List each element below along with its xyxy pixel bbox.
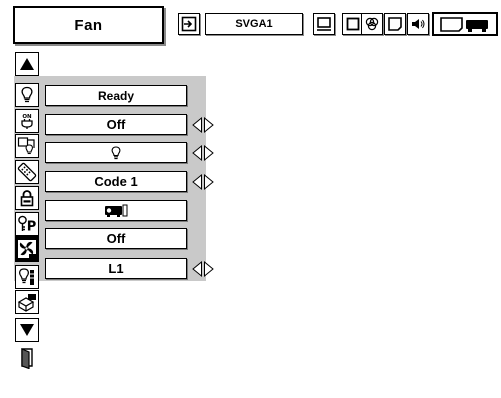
lamp-icon[interactable] [15,83,39,107]
down-arrow-icon[interactable] [15,318,39,342]
exit-icon[interactable] [15,346,39,370]
fan-arrows[interactable] [190,258,216,279]
fan-value[interactable]: L1 [45,258,187,279]
fan-icon[interactable] [15,236,39,262]
lamp-mode-value[interactable] [45,142,187,163]
color-icon[interactable] [361,13,383,35]
lamp-icon [111,145,121,159]
input-source-label: SVGA1 [205,13,303,35]
key-lock-icon[interactable] [15,186,39,210]
up-arrow-icon[interactable] [15,52,39,76]
power-on-icon[interactable]: ON [15,109,39,133]
setting-icon[interactable] [432,12,498,36]
key-lock-value[interactable] [45,200,187,221]
lamp-mode-icon[interactable] [15,134,39,158]
remote-code-value[interactable]: Code 1 [45,171,187,192]
sound-icon[interactable] [407,13,429,35]
pin-code-lock-value[interactable]: Off [45,228,187,249]
lamp-counter-icon[interactable] [15,265,39,289]
lamp-status-value: Ready [45,85,187,106]
input-icon[interactable] [178,13,200,35]
menu-title: Fan [13,6,164,44]
pin-code-lock-icon[interactable]: P [15,212,39,236]
pc-adjust-icon[interactable] [313,13,335,35]
remote-code-icon[interactable] [15,160,39,184]
svg-text:P: P [27,220,37,234]
svg-text:ON: ON [22,114,32,120]
power-on-value[interactable]: Off [45,114,187,135]
screen-icon[interactable] [384,13,406,35]
remote-code-arrows[interactable] [190,171,216,192]
lamp-mode-arrows[interactable] [190,142,216,163]
projector-icon [105,204,128,217]
power-on-arrows[interactable] [190,114,216,135]
factory-default-icon[interactable] [15,290,39,314]
